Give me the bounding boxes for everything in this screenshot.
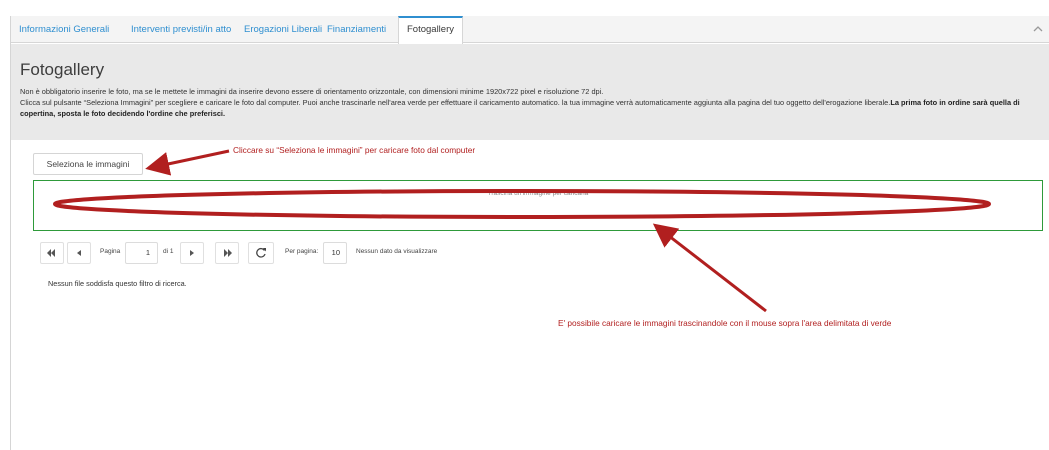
annotation-drag-hint: E' possibile caricare le immagini trasci… bbox=[558, 318, 892, 328]
tab-bar: Informazioni Generali Interventi previst… bbox=[11, 16, 1049, 44]
section-header: Fotogallery Non è obbligatorio inserire … bbox=[11, 44, 1049, 140]
double-chevron-right-icon bbox=[224, 249, 232, 257]
annotation-select-hint: Cliccare su “Seleziona le immagini” per … bbox=[233, 145, 476, 155]
page-label: Pagina bbox=[100, 248, 121, 255]
no-data-label: Nessun dato da visualizzare bbox=[356, 248, 438, 255]
refresh-button[interactable] bbox=[248, 242, 274, 264]
tab-informazioni-generali[interactable]: Informazioni Generali bbox=[19, 16, 109, 43]
tab-finanziamenti[interactable]: Finanziamenti bbox=[327, 16, 386, 43]
refresh-icon bbox=[256, 247, 266, 258]
last-page-button[interactable] bbox=[215, 242, 239, 264]
tab-fotogallery[interactable]: Fotogallery bbox=[398, 16, 463, 44]
select-images-button[interactable]: Seleziona le immagini bbox=[33, 153, 143, 175]
next-page-button[interactable] bbox=[180, 242, 204, 264]
chevron-left-icon bbox=[77, 250, 81, 256]
photogallery-panel: Informazioni Generali Interventi previst… bbox=[10, 16, 1049, 450]
chevron-up-icon[interactable] bbox=[1032, 23, 1044, 35]
per-page-label: Per pagina: bbox=[285, 248, 319, 255]
prev-page-button[interactable] bbox=[67, 242, 91, 264]
description-line-2: Clicca sul pulsante “Seleziona Immagini”… bbox=[20, 97, 1045, 119]
tab-interventi[interactable]: Interventi previsti/in atto bbox=[131, 16, 231, 43]
page-count-label: di 1 bbox=[163, 248, 174, 255]
description-text: Clicca sul pulsante “Seleziona Immagini”… bbox=[20, 98, 891, 107]
per-page-input[interactable]: 10 bbox=[323, 242, 347, 264]
chevron-right-icon bbox=[190, 250, 194, 256]
description-line-1: Non è obbligatorio inserire le foto, ma … bbox=[20, 87, 604, 96]
page-input[interactable]: 1 bbox=[125, 242, 158, 264]
first-page-button[interactable] bbox=[40, 242, 64, 264]
double-chevron-left-icon bbox=[47, 249, 55, 257]
page-title: Fotogallery bbox=[20, 60, 105, 79]
empty-message: Nessun file soddisfa questo filtro di ri… bbox=[48, 279, 187, 288]
drop-zone-text: Trascina un'immagine per caricarla bbox=[487, 190, 589, 197]
section-description: Non è obbligatorio inserire le foto, ma … bbox=[20, 86, 1045, 119]
tab-erogazioni-liberali[interactable]: Erogazioni Liberali bbox=[244, 16, 322, 43]
drop-zone[interactable]: Trascina un'immagine per caricarla bbox=[33, 180, 1043, 231]
